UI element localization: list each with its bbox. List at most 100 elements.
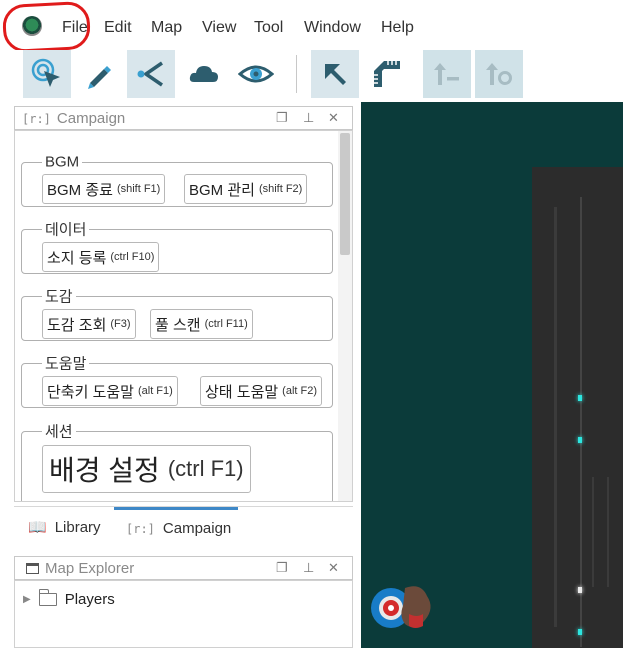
map-light (578, 437, 582, 443)
macro-shortcut: (shift F1) (116, 183, 161, 195)
move-up-button[interactable] (423, 50, 471, 98)
tab-library[interactable]: 📖 Library (28, 507, 101, 547)
map-light (578, 587, 582, 593)
restore-icon[interactable]: ❐ (276, 560, 288, 576)
pointer-select-button[interactable] (23, 50, 71, 98)
toolbar-separator (296, 55, 297, 93)
macro-shortcut: (alt F1) (137, 385, 173, 397)
group-label: 도감 (42, 285, 76, 307)
macro-label: 풀 스캔 (155, 316, 201, 334)
map-structure (532, 167, 623, 648)
visibility-icon (238, 65, 274, 83)
menu-help[interactable]: Help (381, 19, 414, 37)
macro-button[interactable]: 상태 도움말 (alt F2) (200, 376, 323, 406)
macro-bracket-icon: [r:] (126, 521, 155, 536)
macro-button[interactable]: 풀 스캔 (ctrl F11) (150, 309, 253, 339)
move-arrow-button[interactable] (311, 50, 359, 98)
vision-blocking-icon (137, 61, 163, 87)
move-up-icon (434, 63, 459, 85)
map-light (578, 629, 582, 635)
fog-button[interactable] (180, 50, 228, 98)
map-light (578, 395, 582, 401)
macro-label: 단축키 도움말 (47, 383, 134, 401)
macro-shortcut: (ctrl F11) (204, 318, 248, 330)
macro-label: BGM 관리 (189, 181, 255, 199)
toolbar (0, 50, 623, 102)
macro-button[interactable]: 단축키 도움말 (alt F1) (42, 376, 178, 406)
group-bgm: BGM BGM 종료 (shift F1) BGM 관리 (shift F2) (21, 153, 333, 207)
group-label: 데이터 (42, 218, 90, 240)
tab-label: Library (54, 518, 101, 536)
campaign-panel: BGM BGM 종료 (shift F1) BGM 관리 (shift F2) 데이… (14, 130, 353, 502)
pin-icon[interactable]: ⊥ (303, 560, 314, 576)
macro-label: 도감 조회 (47, 316, 107, 334)
move-to-icon (486, 63, 512, 85)
map-wall (554, 207, 557, 627)
macro-bracket-icon: [r:] (22, 112, 51, 126)
map-explorer-title-text: Map Explorer (45, 560, 135, 577)
macro-button[interactable]: BGM 종료 (shift F1) (42, 174, 166, 204)
close-icon[interactable]: ✕ (328, 110, 339, 126)
campaign-panel-title: [r:] Campaign (22, 110, 125, 127)
move-to-button[interactable] (475, 50, 523, 98)
character-token[interactable] (365, 578, 437, 638)
menu-tool[interactable]: Tool (254, 19, 283, 37)
macro-button[interactable]: BGM 관리 (shift F2) (184, 174, 308, 204)
pin-icon[interactable]: ⊥ (303, 110, 314, 126)
scrollbar[interactable] (338, 131, 352, 501)
macro-label: 배경 설정 (49, 455, 160, 486)
expand-arrow-icon[interactable]: ▶ (23, 594, 31, 605)
pointer-select-icon (31, 58, 60, 87)
macro-shortcut: (shift F2) (258, 183, 303, 195)
visibility-button[interactable] (232, 50, 280, 98)
scrollbar-thumb[interactable] (340, 133, 350, 255)
window-icon (26, 563, 39, 574)
group-label: 도움말 (42, 352, 90, 374)
menu-window[interactable]: Window (304, 19, 361, 37)
macro-button[interactable]: 소지 등록 (ctrl F10) (42, 242, 160, 272)
map-wall (607, 477, 609, 587)
macro-button[interactable]: 도감 조회 (F3) (42, 309, 136, 339)
restore-icon[interactable]: ❐ (276, 110, 288, 126)
macro-shortcut: (F3) (110, 318, 131, 330)
map-explorer-header: Map Explorer ❐ ⊥ ✕ (14, 556, 353, 580)
macro-label: 상태 도움말 (205, 383, 279, 401)
macro-shortcut: (ctrl F10) (110, 251, 155, 263)
menu-map[interactable]: Map (151, 19, 182, 37)
map-explorer-title: Map Explorer (26, 560, 134, 577)
map-explorer-panel: ▶ Players (14, 580, 353, 648)
tab-campaign[interactable]: [r:] Campaign (114, 507, 238, 547)
tree-item-label: Players (64, 591, 115, 608)
macro-button[interactable]: 배경 설정 (ctrl F1) (42, 445, 251, 493)
macro-label: BGM 종료 (47, 181, 113, 199)
map-wall (580, 197, 582, 647)
macro-shortcut: (alt F2) (282, 385, 318, 397)
draw-tool-icon (88, 66, 111, 89)
macro-shortcut: (ctrl F1) (167, 456, 244, 481)
move-arrow-icon (325, 64, 346, 85)
measure-button[interactable] (363, 50, 411, 98)
group-pokedex: 도감 도감 조회 (F3) 풀 스캔 (ctrl F11) (21, 285, 333, 341)
campaign-panel-header: [r:] Campaign ❐ ⊥ ✕ (14, 106, 353, 130)
tree-item-players[interactable]: ▶ Players (23, 589, 115, 608)
red-highlight-annotation (1, 0, 92, 54)
group-help: 도움말 단축키 도움말 (alt F1) 상태 도움말 (alt F2) (21, 352, 333, 408)
draw-tool-button[interactable] (75, 50, 123, 98)
group-data: 데이터 소지 등록 (ctrl F10) (21, 218, 333, 274)
folder-icon (38, 589, 57, 606)
group-session: 세션 배경 설정 (ctrl F1) (21, 420, 333, 501)
book-icon: 📖 (28, 519, 47, 536)
tab-label: Campaign (162, 520, 232, 537)
map-view[interactable] (361, 102, 623, 648)
menu-view[interactable]: View (202, 19, 236, 37)
map-wall (592, 477, 594, 587)
menu-edit[interactable]: Edit (104, 19, 132, 37)
close-icon[interactable]: ✕ (328, 560, 339, 576)
macro-label: 소지 등록 (47, 249, 107, 267)
group-label: 세션 (42, 420, 76, 442)
vision-blocking-button[interactable] (127, 50, 175, 98)
menubar: File Edit Map View Tool Window Help (0, 0, 623, 54)
panel-tabbar: 📖 Library [r:] Campaign (14, 506, 353, 549)
measure-icon (374, 61, 400, 87)
group-label: BGM (42, 153, 83, 171)
